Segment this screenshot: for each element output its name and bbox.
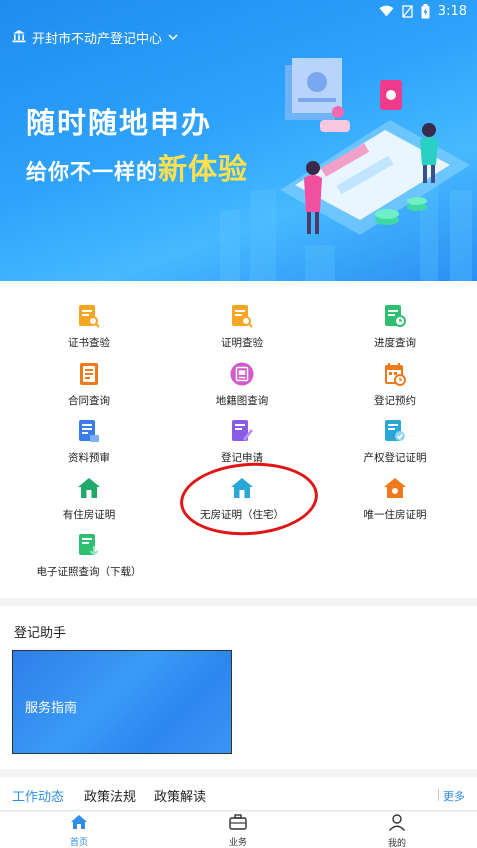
service-label: 电子证照查询（下载）	[36, 566, 142, 578]
service-label: 证书查验	[68, 337, 110, 349]
bottom-navigation: 首页 业务 我的	[0, 812, 477, 848]
no-signal-icon	[402, 4, 413, 18]
services-grid: 证书查验 证明查验 进度查询 合同查询 地籍图查询 登记预约 资料预审 登记申请…	[0, 281, 477, 598]
hero-banner[interactable]: 3:18 开封市不动产登记中心 随时随地申办 给你不一样的新体验	[0, 0, 477, 281]
briefcase-icon	[229, 814, 247, 834]
service-label: 地籍图查询	[215, 395, 269, 407]
nav-home[interactable]: 首页	[39, 814, 119, 848]
contract-query-icon	[77, 361, 101, 387]
banner-title-prefix: 给你不一样的	[26, 160, 158, 184]
service-progress-query[interactable]: 进度查询	[325, 303, 465, 350]
service-label: 进度查询	[374, 337, 416, 349]
nav-label: 业务	[228, 838, 247, 848]
location-label: 开封市不动产登记中心	[32, 32, 163, 47]
divider	[438, 789, 439, 801]
banner-title-line2: 给你不一样的新体验	[26, 146, 248, 188]
service-registration-apply[interactable]: 登记申请	[172, 418, 312, 465]
more-link[interactable]: 更多	[443, 788, 465, 804]
service-label: 证明查验	[221, 337, 263, 349]
tab-policy-interpretation[interactable]: 政策解读	[154, 786, 206, 805]
cadastral-map-icon	[230, 361, 254, 387]
wifi-icon	[379, 5, 394, 17]
progress-query-icon	[383, 303, 407, 329]
nav-label: 我的	[387, 839, 406, 848]
service-cadastral-map[interactable]: 地籍图查询	[172, 361, 312, 408]
government-building-icon	[12, 29, 26, 47]
appointment-calendar-icon	[383, 361, 407, 387]
banner-illustration	[220, 58, 472, 281]
location-selector[interactable]: 开封市不动产登记中心	[12, 28, 178, 47]
service-document-precheck[interactable]: 资料预审	[19, 418, 159, 465]
document-precheck-icon	[77, 418, 101, 444]
battery-icon	[421, 3, 430, 19]
nav-profile[interactable]: 我的	[357, 814, 437, 848]
property-proof-icon	[383, 418, 407, 444]
news-tabs: 工作动态 政策法规 政策解读 更多	[0, 777, 477, 811]
service-label: 资料预审	[68, 452, 110, 464]
home-icon	[70, 814, 88, 834]
service-guide-card[interactable]: 服务指南	[12, 650, 232, 754]
service-guide-label: 服务指南	[25, 701, 78, 716]
registration-apply-icon	[230, 418, 254, 444]
clock-time: 3:18	[437, 3, 467, 19]
service-proof-verify[interactable]: 证明查验	[172, 303, 312, 350]
service-appointment[interactable]: 登记预约	[325, 361, 465, 408]
service-certificate-verify[interactable]: 证书查验	[19, 303, 159, 350]
house-icon	[383, 475, 407, 501]
service-label: 产权登记证明	[363, 452, 427, 464]
service-label: 唯一住房证明	[363, 509, 427, 521]
section-title: 登记助手	[14, 626, 67, 641]
nav-business[interactable]: 业务	[198, 814, 278, 848]
service-housing-proof[interactable]: 有住房证明	[19, 475, 159, 522]
service-label: 有住房证明	[62, 509, 116, 521]
service-sole-housing-proof[interactable]: 唯一住房证明	[325, 475, 465, 522]
status-bar: 3:18	[0, 0, 477, 22]
banner-title-line1: 随时随地申办	[26, 106, 213, 140]
service-contract-query[interactable]: 合同查询	[19, 361, 159, 408]
chevron-down-icon	[168, 30, 178, 45]
registration-assistant-section: 登记助手 服务指南	[0, 606, 477, 769]
nav-label: 首页	[69, 838, 88, 848]
user-icon	[388, 814, 406, 835]
tab-work-news[interactable]: 工作动态	[12, 786, 64, 805]
tab-policy-regulations[interactable]: 政策法规	[84, 786, 136, 805]
house-icon	[77, 475, 101, 501]
service-e-license-query[interactable]: 电子证照查询（下载）	[19, 532, 159, 579]
service-label: 登记预约	[374, 395, 416, 407]
e-license-icon	[77, 532, 101, 558]
proof-verify-icon	[230, 303, 254, 329]
certificate-verify-icon	[77, 303, 101, 329]
service-label: 合同查询	[68, 395, 110, 407]
service-property-proof[interactable]: 产权登记证明	[325, 418, 465, 465]
